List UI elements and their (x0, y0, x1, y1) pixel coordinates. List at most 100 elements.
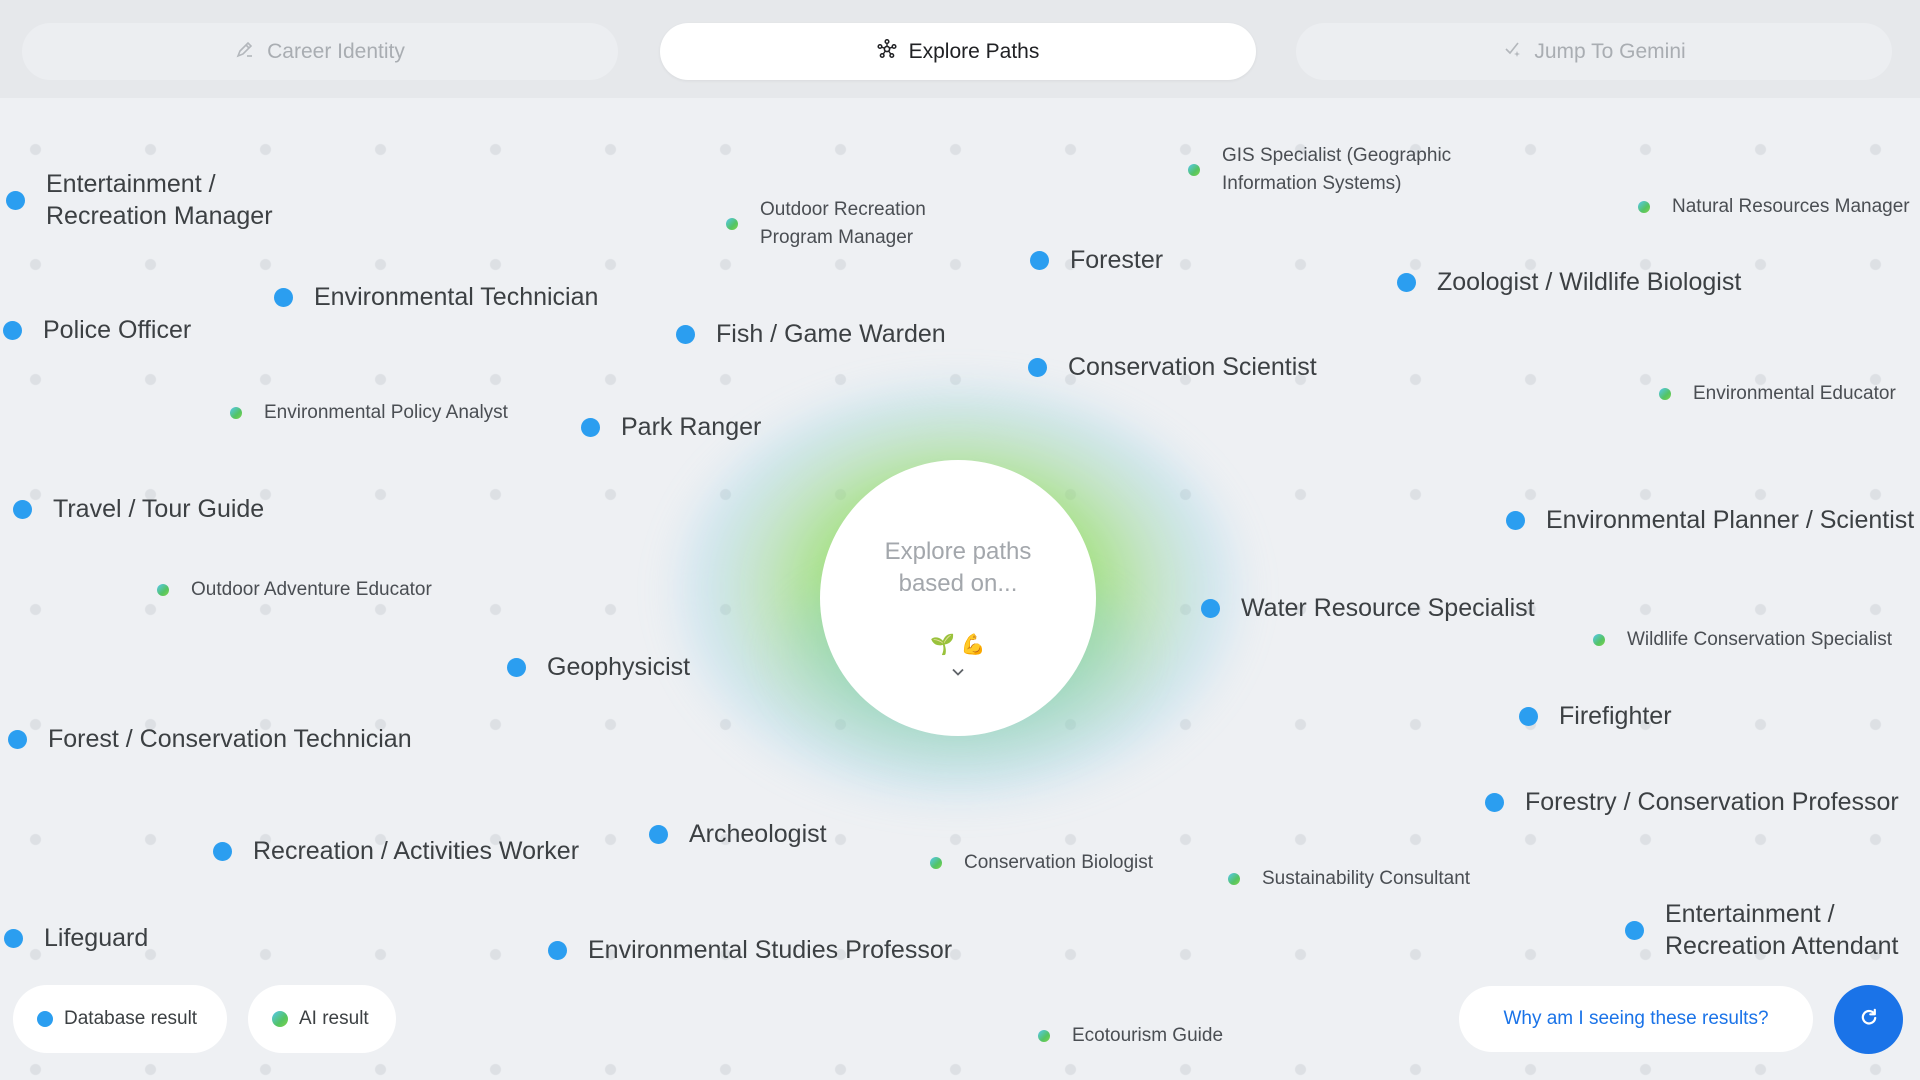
database-dot (548, 940, 567, 960)
ai-dot (1659, 388, 1671, 400)
career-node[interactable]: Forest / Conservation Technician (8, 723, 412, 755)
career-node[interactable]: Water Resource Specialist (1201, 592, 1535, 624)
refresh-icon (1858, 1006, 1880, 1033)
career-label: Travel / Tour Guide (53, 495, 265, 523)
career-node[interactable]: Environmental Studies Professor (548, 934, 952, 966)
career-label: Forestry / Conservation Professor (1525, 788, 1899, 816)
career-label: Environmental Educator (1693, 383, 1896, 404)
career-label: Forester (1070, 246, 1164, 274)
career-node[interactable]: Environmental Technician (274, 281, 598, 313)
career-node[interactable]: Environmental Planner / Scientist (1506, 504, 1914, 536)
career-label: Sustainability Consultant (1262, 868, 1471, 889)
ai-dot (1593, 634, 1605, 646)
legend-database-label: Database result (64, 1008, 198, 1029)
career-node[interactable]: Park Ranger (581, 411, 761, 443)
career-label: Environmental Policy Analyst (264, 402, 508, 423)
career-node[interactable]: Wildlife Conservation Specialist (1593, 626, 1892, 654)
career-label: Conservation Scientist (1068, 353, 1317, 381)
career-label: Park Ranger (621, 413, 762, 441)
database-dot (1625, 920, 1644, 940)
tab-career-identity[interactable]: Career Identity (22, 23, 618, 80)
career-label: Water Resource Specialist (1241, 594, 1535, 622)
career-node[interactable]: Recreation / Activities Worker (213, 835, 579, 867)
career-label: Firefighter (1559, 702, 1672, 730)
career-label: Police Officer (43, 316, 192, 344)
career-label: Archeologist (689, 820, 827, 848)
ai-dot (230, 407, 242, 419)
why-results-button[interactable]: Why am I seeing these results? (1459, 986, 1813, 1052)
career-node[interactable]: Forester (1030, 244, 1163, 276)
career-node[interactable]: Environmental Policy Analyst (230, 399, 508, 427)
career-label: Recreation / Activities Worker (253, 837, 580, 865)
database-dot (8, 729, 27, 749)
career-node[interactable]: Police Officer (3, 314, 191, 346)
sparkle-icon (1502, 39, 1522, 65)
database-dot (4, 928, 23, 948)
career-node[interactable]: Fish / Game Warden (676, 318, 946, 350)
ai-dot (1228, 873, 1240, 885)
ai-dot (930, 857, 942, 869)
career-label: Environmental Studies Professor (588, 936, 953, 964)
database-dot (37, 1011, 53, 1027)
career-node[interactable]: Natural Resources Manager (1638, 193, 1910, 221)
database-dot (13, 499, 32, 519)
database-dot (1028, 357, 1047, 377)
career-label: Outdoor Adventure Educator (191, 579, 432, 600)
career-label: Environmental Planner / Scientist (1546, 506, 1915, 534)
career-node[interactable]: Outdoor Adventure Educator (157, 576, 432, 604)
career-node[interactable]: Ecotourism Guide (1038, 1022, 1223, 1050)
career-label: Outdoor Recreation Program Manager (760, 199, 926, 248)
career-node[interactable]: Travel / Tour Guide (13, 493, 264, 525)
career-node[interactable]: Firefighter (1519, 700, 1672, 732)
career-label: Entertainment / Recreation Manager (46, 170, 273, 230)
career-label: Lifeguard (44, 924, 149, 952)
tab-label: Jump To Gemini (1534, 39, 1686, 63)
career-node[interactable]: Conservation Biologist (930, 849, 1153, 877)
database-dot (676, 324, 695, 344)
career-node[interactable]: GIS Specialist (Geographic Information S… (1188, 142, 1492, 198)
explore-center-orb[interactable]: Explore paths based on... 🌱 💪 (820, 460, 1096, 736)
career-node[interactable]: Environmental Educator (1659, 380, 1896, 408)
database-dot (6, 190, 25, 210)
database-dot (1519, 706, 1538, 726)
ai-dot (272, 1011, 288, 1027)
career-label: Conservation Biologist (964, 852, 1154, 873)
database-dot (1506, 510, 1525, 530)
tab-label: Explore Paths (908, 39, 1040, 63)
network-icon (877, 38, 897, 65)
ai-dot (1038, 1030, 1050, 1042)
database-dot (1397, 272, 1416, 292)
career-node[interactable]: Entertainment / Recreation Attendant (1625, 898, 1920, 962)
chevron-down-icon[interactable] (949, 657, 967, 686)
database-dot (1485, 792, 1504, 812)
career-label: Wildlife Conservation Specialist (1627, 629, 1893, 650)
database-dot (1030, 250, 1049, 270)
career-node[interactable]: Entertainment / Recreation Manager (6, 168, 296, 232)
tab-explore-paths[interactable]: Explore Paths (660, 23, 1256, 80)
career-node[interactable]: Sustainability Consultant (1228, 865, 1470, 893)
career-label: Forest / Conservation Technician (48, 725, 412, 753)
database-dot (1201, 598, 1220, 618)
career-node[interactable]: Conservation Scientist (1028, 351, 1317, 383)
career-label: Environmental Technician (314, 283, 599, 311)
career-label: Geophysicist (547, 653, 691, 681)
legend-ai-label: AI result (299, 1008, 369, 1029)
career-node[interactable]: Lifeguard (4, 922, 148, 954)
ai-dot (157, 584, 169, 596)
career-label: Zoologist / Wildlife Biologist (1437, 268, 1742, 296)
career-label: Ecotourism Guide (1072, 1025, 1224, 1046)
database-dot (581, 417, 600, 437)
orb-prompt-text: Explore paths based on... (884, 538, 1032, 597)
career-node[interactable]: Geophysicist (507, 651, 690, 683)
career-node[interactable]: Forestry / Conservation Professor (1485, 786, 1899, 818)
career-node[interactable]: Zoologist / Wildlife Biologist (1397, 266, 1741, 298)
refresh-button[interactable] (1834, 985, 1903, 1054)
top-tab-bar: Career Identity Explore Paths Jump To Ge… (0, 0, 1920, 98)
career-node[interactable]: Archeologist (649, 818, 827, 850)
career-label: Entertainment / Recreation Attendant (1665, 900, 1899, 960)
career-node[interactable]: Outdoor Recreation Program Manager (726, 196, 960, 252)
ai-dot (1638, 201, 1650, 213)
career-label: GIS Specialist (Geographic Information S… (1222, 145, 1452, 194)
tab-jump-to-gemini[interactable]: Jump To Gemini (1296, 23, 1892, 80)
database-dot (213, 841, 232, 861)
